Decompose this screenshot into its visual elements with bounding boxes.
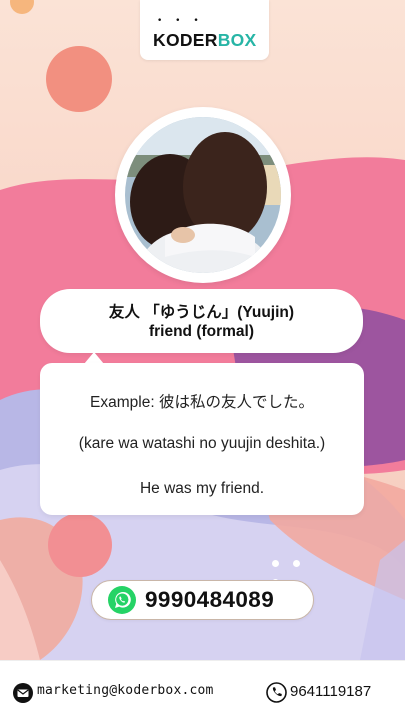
example-english: He was my friend.	[139, 480, 265, 497]
example-romaji: (kare wa watashi no yuujin deshita.)	[78, 435, 326, 452]
phone-icon	[266, 682, 287, 703]
koderbox-logo: • • • KODERBOX	[140, 0, 269, 60]
logo-text-dark: KODER	[153, 30, 218, 50]
decorative-dots	[272, 552, 332, 586]
whatsapp-number: 9990484089	[145, 587, 275, 612]
logo-wordmark: KODERBOX	[153, 30, 257, 51]
footer: marketing@koderbox.com 9641119187	[0, 660, 405, 720]
friends-photo	[115, 107, 291, 283]
phone-number-footer[interactable]: 9641119187	[290, 683, 371, 700]
logo-dots: • • •	[157, 16, 204, 26]
whatsapp-icon	[108, 586, 136, 614]
example-card: Example: 彼は私の友人でした。 (kare wa watashi no …	[40, 363, 364, 515]
email-link[interactable]: marketing@koderbox.com	[37, 683, 214, 698]
example-japanese: Example: 彼は私の友人でした。	[90, 394, 314, 411]
vocab-word: 友人 「ゆうじん」(Yuujin)	[108, 304, 295, 321]
whatsapp-contact[interactable]: 9990484089	[91, 580, 314, 620]
vocab-meaning: friend (formal)	[148, 323, 255, 340]
mail-icon	[13, 683, 33, 703]
vocab-bubble: 友人 「ゆうじん」(Yuujin) friend (formal)	[40, 289, 363, 353]
logo-text-accent: BOX	[217, 30, 257, 50]
